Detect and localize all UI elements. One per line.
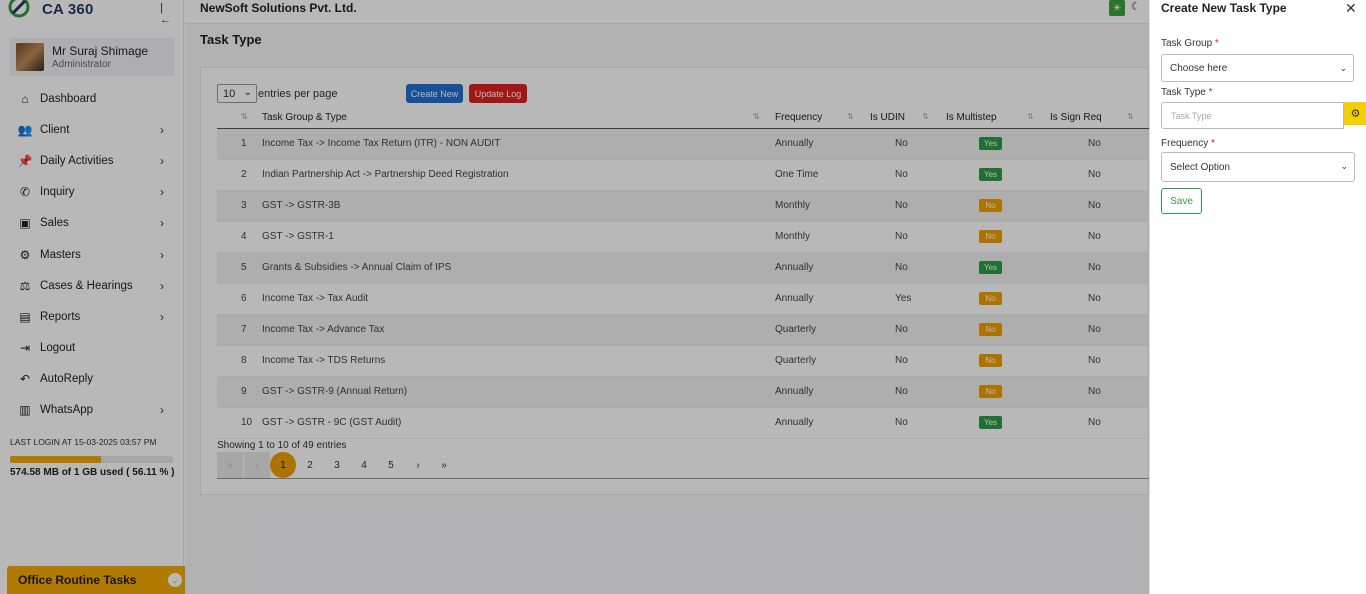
task-group-label: Task Group *	[1161, 38, 1219, 49]
required-marker: *	[1214, 38, 1219, 49]
frequency-select[interactable]: Select Option ⌄	[1161, 152, 1355, 182]
task-type-label: Task Type *	[1161, 87, 1213, 98]
task-group-label-text: Task Group	[1161, 38, 1213, 49]
required-marker: *	[1208, 87, 1213, 98]
gear-icon[interactable]: ⚙	[1344, 102, 1366, 125]
task-type-input[interactable]: Task Type	[1161, 102, 1344, 129]
chevron-down-icon: ⌄	[1339, 63, 1347, 73]
modal-backdrop[interactable]	[0, 0, 1149, 594]
panel-title: Create New Task Type	[1161, 1, 1287, 15]
frequency-label: Frequency *	[1161, 138, 1215, 149]
frequency-label-text: Frequency	[1161, 138, 1209, 149]
create-task-type-panel: Create New Task Type ✕ Task Group * Choo…	[1149, 0, 1366, 594]
required-marker: *	[1211, 138, 1215, 149]
task-type-label-text: Task Type	[1161, 87, 1206, 98]
close-icon[interactable]: ✕	[1345, 0, 1357, 17]
task-group-select[interactable]: Choose here ⌄	[1161, 54, 1354, 82]
frequency-value: Select Option	[1170, 161, 1231, 173]
save-button[interactable]: Save	[1161, 188, 1202, 214]
task-group-value: Choose here	[1170, 62, 1228, 74]
chevron-down-icon: ⌄	[1340, 161, 1348, 171]
